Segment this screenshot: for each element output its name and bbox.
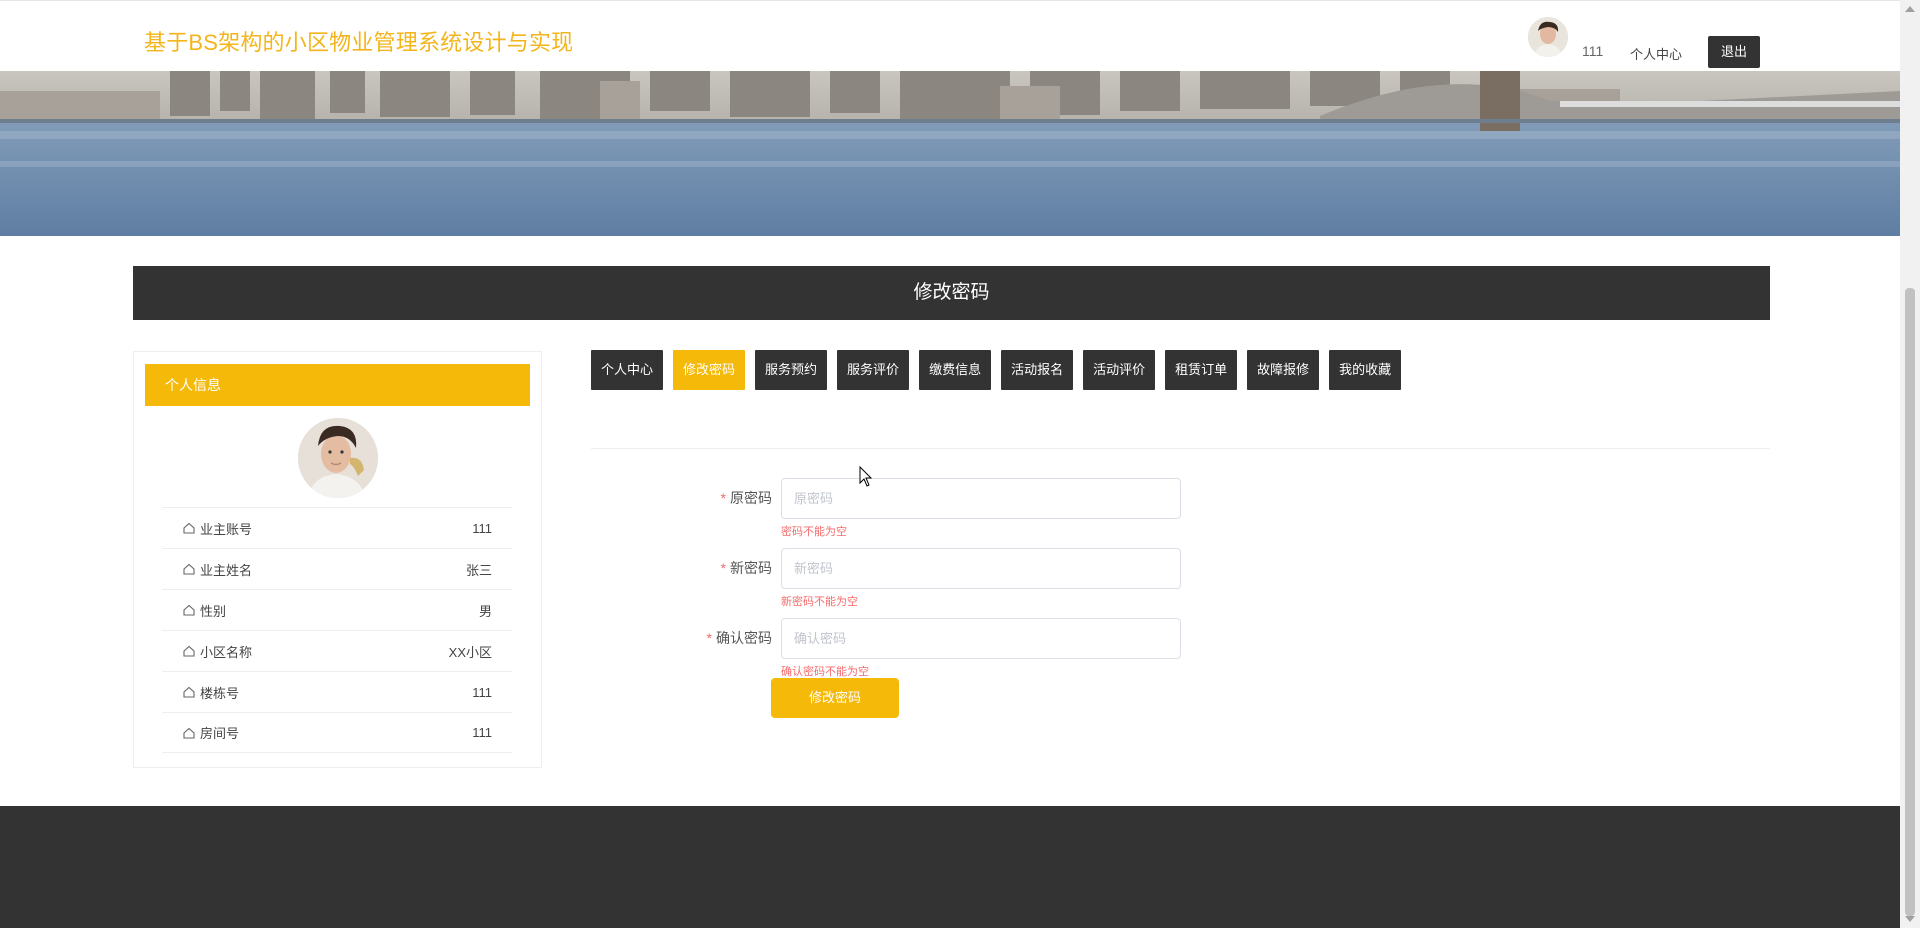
tab-service-booking[interactable]: 服务预约 [755, 350, 828, 390]
page-title: 修改密码 [133, 266, 1770, 320]
tab-service-review[interactable]: 服务评价 [837, 350, 910, 390]
old-password-error: 密码不能为空 [781, 526, 847, 538]
new-password-error: 新密码不能为空 [781, 596, 858, 608]
new-password-input[interactable] [781, 548, 1181, 589]
profile-panel: 个人信息 业主账号 111 业主姓名 张三 性别 男 小区名称 XX小区 楼栋号… [133, 351, 542, 768]
tab-rental-orders[interactable]: 租赁订单 [1165, 350, 1238, 390]
tab-activity-review[interactable]: 活动评价 [1083, 350, 1156, 390]
new-password-label: 新密码 [730, 560, 772, 576]
change-password-form: * 原密码 密码不能为空 * 新密码 新密码不能为空 * 确认密码 确认密码不能为空 … [690, 478, 1190, 718]
old-password-row: * 原密码 密码不能为空 [690, 478, 1190, 548]
scrollbar-thumb[interactable] [1905, 288, 1915, 916]
site-title[interactable]: 基于BS架构的小区物业管理系统设计与实现 [144, 25, 573, 57]
info-label: 性别 [200, 603, 227, 619]
required-marker: * [706, 630, 712, 646]
page-footer [0, 806, 1900, 928]
avatar-image-icon [298, 418, 378, 498]
info-value: 111 [472, 520, 492, 536]
user-avatar[interactable] [1528, 17, 1568, 57]
tab-fault-repair[interactable]: 故障报修 [1247, 350, 1320, 390]
home-icon [183, 727, 195, 739]
new-password-row: * 新密码 新密码不能为空 [690, 548, 1190, 618]
tab-activity-signup[interactable]: 活动报名 [1001, 350, 1074, 390]
info-row-room: 房间号 111 [162, 712, 512, 753]
scroll-down-arrow-icon[interactable] [1905, 916, 1915, 922]
info-value: 张三 [465, 562, 492, 578]
info-row-gender: 性别 男 [162, 589, 512, 630]
change-password-submit-button[interactable]: 修改密码 [771, 678, 899, 718]
home-icon [183, 563, 195, 575]
info-row-account: 业主账号 111 [162, 507, 512, 548]
confirm-password-input[interactable] [781, 618, 1181, 659]
page-scrollbar[interactable] [1900, 0, 1920, 928]
tab-personal-center[interactable]: 个人中心 [591, 350, 664, 390]
profile-panel-heading: 个人信息 [145, 364, 530, 406]
tab-payment-info[interactable]: 缴费信息 [919, 350, 992, 390]
mouse-cursor-icon [859, 466, 873, 487]
banner-carousel[interactable] [0, 71, 1900, 236]
scroll-up-arrow-icon[interactable] [1905, 6, 1915, 12]
user-center-tabs: 个人中心 修改密码 服务预约 服务评价 缴费信息 活动报名 活动评价 租赁订单 … [591, 350, 1402, 390]
info-row-community: 小区名称 XX小区 [162, 630, 512, 671]
info-row-building: 楼栋号 111 [162, 671, 512, 712]
home-icon [183, 686, 195, 698]
info-row-name: 业主姓名 张三 [162, 548, 512, 589]
confirm-password-row: * 确认密码 确认密码不能为空 [690, 618, 1190, 688]
confirm-password-label: 确认密码 [716, 630, 772, 646]
required-marker: * [720, 490, 726, 506]
logout-button[interactable]: 退出 [1708, 36, 1760, 68]
old-password-label: 原密码 [730, 490, 772, 506]
avatar-image-icon [1528, 17, 1568, 57]
info-label: 房间号 [200, 726, 240, 741]
info-label: 小区名称 [200, 644, 253, 660]
profile-avatar [298, 418, 378, 498]
info-label: 业主姓名 [200, 562, 253, 578]
home-icon [183, 522, 195, 534]
old-password-input[interactable] [781, 478, 1181, 519]
tab-change-password[interactable]: 修改密码 [673, 350, 746, 390]
tab-my-favorites[interactable]: 我的收藏 [1329, 350, 1402, 390]
required-marker: * [720, 560, 726, 576]
info-value: 111 [472, 725, 492, 740]
info-value: XX小区 [448, 644, 492, 660]
info-value: 111 [472, 684, 492, 700]
info-label: 业主账号 [200, 521, 253, 537]
info-value: 男 [478, 603, 492, 619]
banner-cityscape-image [0, 71, 1900, 236]
info-label: 楼栋号 [200, 685, 240, 701]
home-icon [183, 645, 195, 657]
top-navbar: 基于BS架构的小区物业管理系统设计与实现 111 个人中心 退出 [0, 0, 1900, 71]
personal-center-link[interactable]: 个人中心 [1630, 44, 1682, 63]
profile-info-list: 业主账号 111 业主姓名 张三 性别 男 小区名称 XX小区 楼栋号 111 … [162, 507, 512, 753]
confirm-password-error: 确认密码不能为空 [781, 666, 869, 678]
content-divider [591, 448, 1770, 449]
home-icon [183, 604, 195, 616]
username: 111 [1582, 43, 1604, 59]
